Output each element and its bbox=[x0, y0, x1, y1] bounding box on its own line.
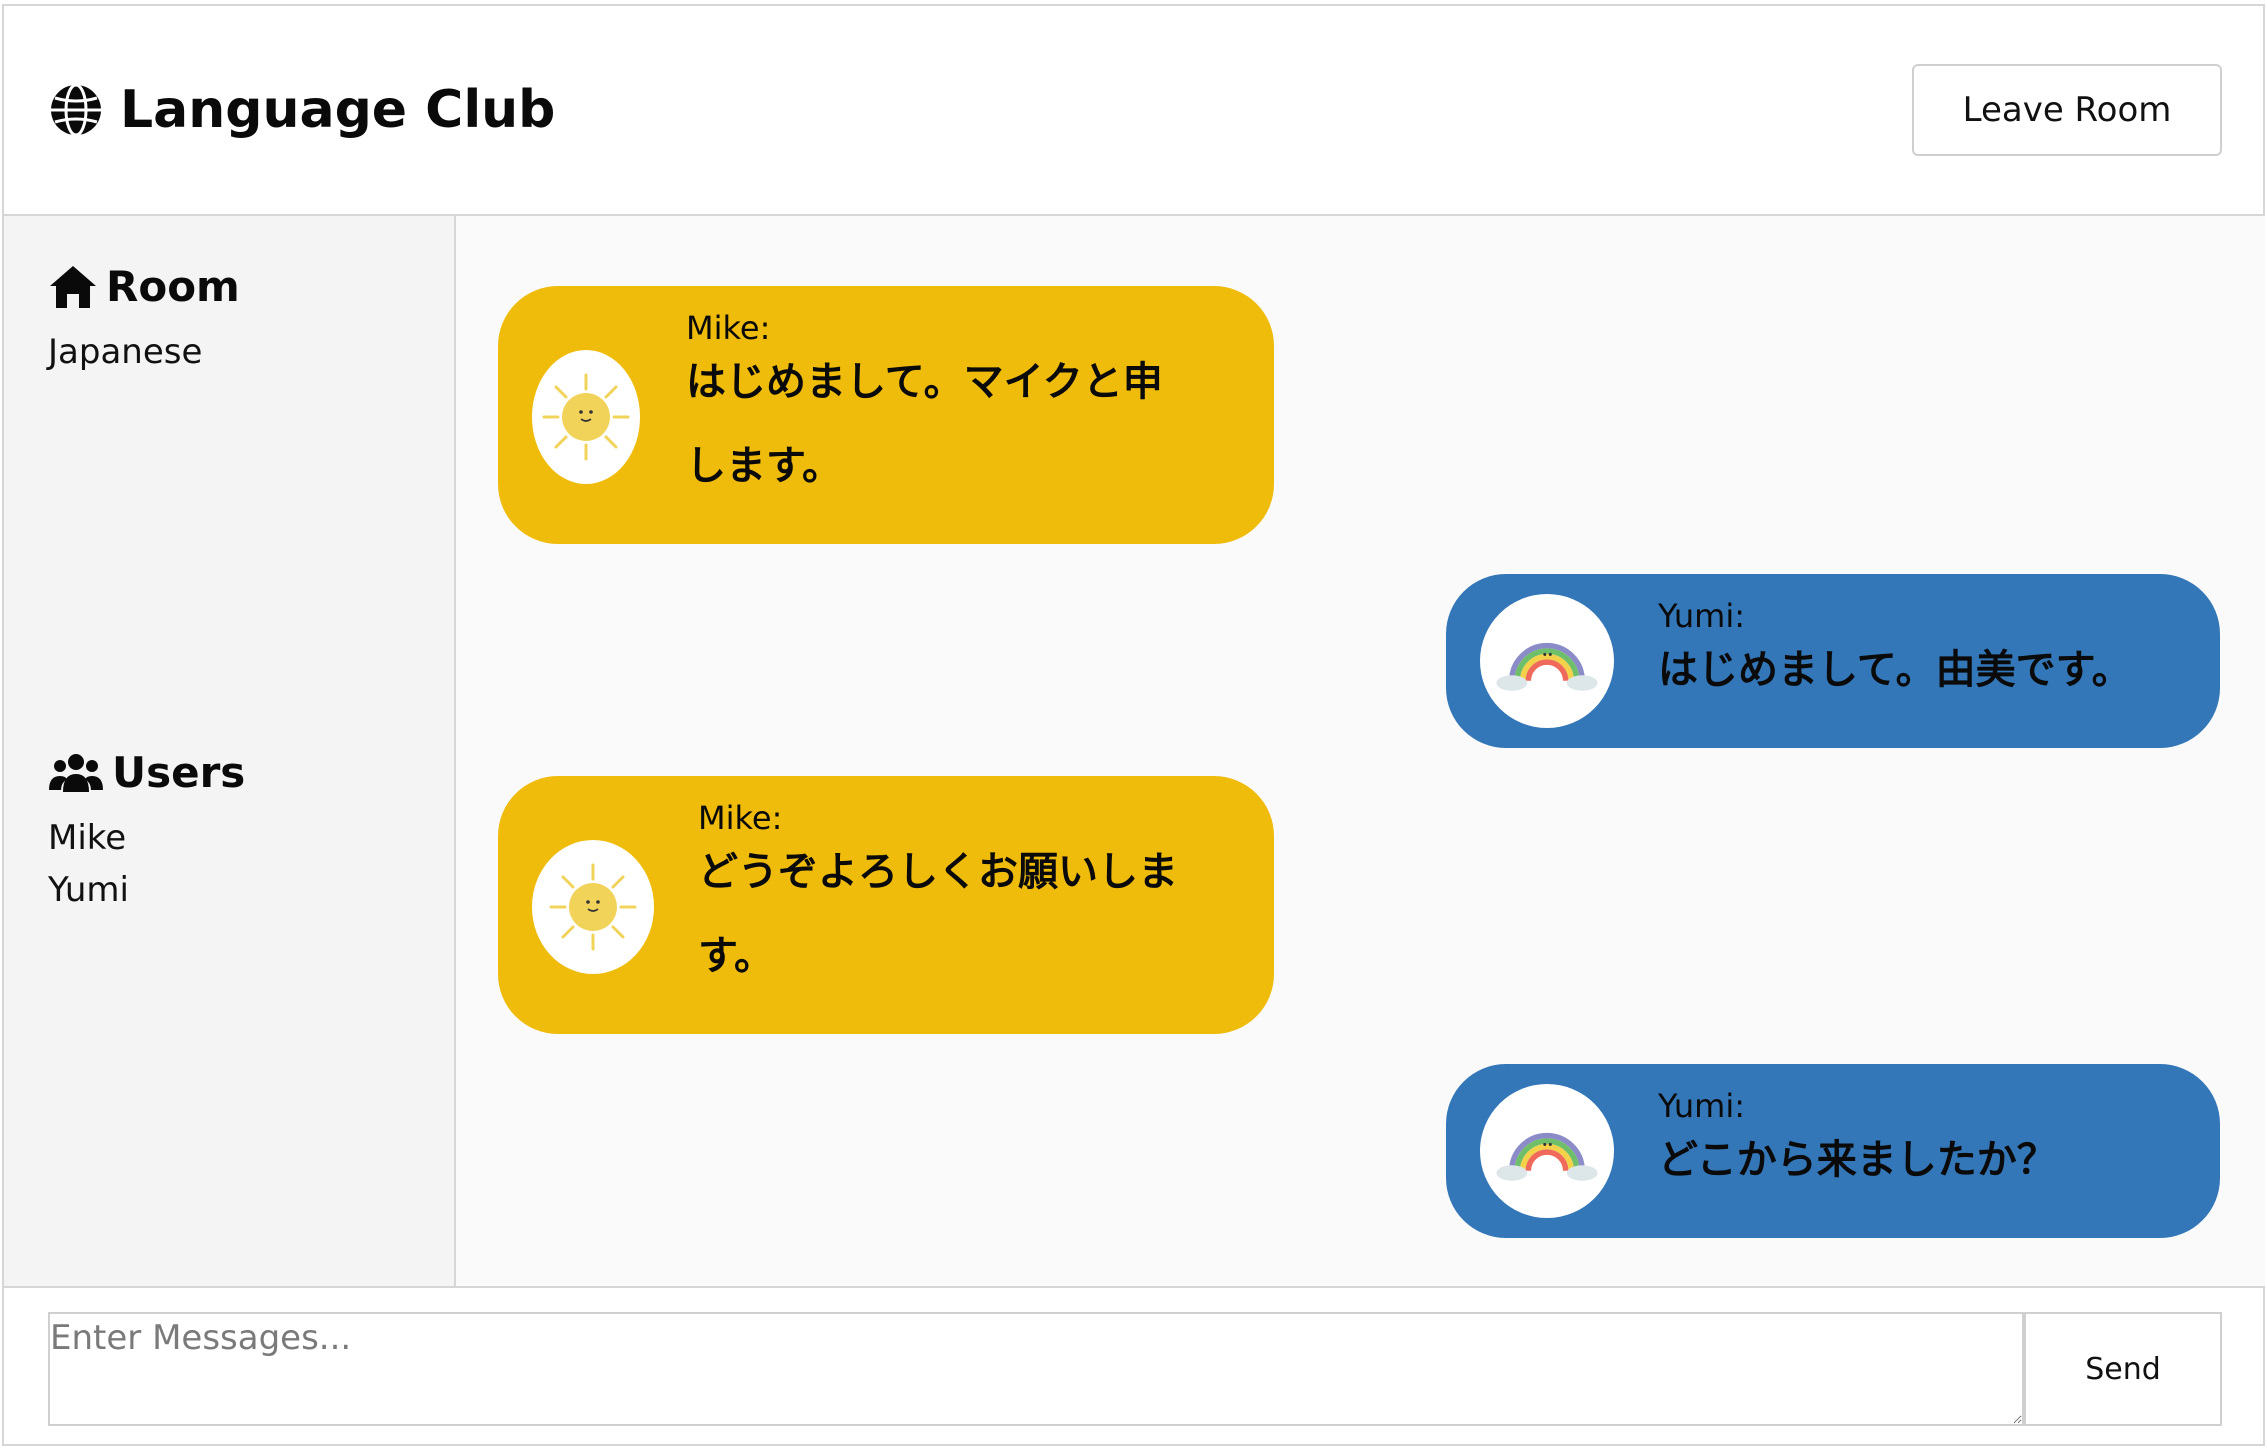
room-heading-label: Room bbox=[106, 262, 240, 311]
users-heading-label: Users bbox=[112, 748, 246, 797]
message-line: どうぞよろしくお願いしま bbox=[698, 849, 1178, 895]
message-line: どこから来ましたか？ bbox=[1658, 1137, 2057, 1183]
app-window: Language Club Leave Room Room Japanese U… bbox=[2, 4, 2265, 1446]
message-text: はじめまして。由美です。 bbox=[1658, 628, 2132, 712]
app-title: Language Club bbox=[120, 80, 556, 140]
users-icon bbox=[49, 753, 103, 792]
brand: Language Club bbox=[48, 82, 555, 138]
message-bubble: Mike: どうぞよろしくお願いしま す。 bbox=[498, 776, 1274, 1034]
leave-room-button[interactable]: Leave Room bbox=[1912, 64, 2222, 156]
sun-avatar-icon bbox=[532, 840, 654, 974]
message-line: はじめまして。マイクと申 bbox=[686, 359, 1163, 405]
users-heading: Users bbox=[48, 748, 245, 797]
sidebar: Room Japanese Users Mike Yumi bbox=[4, 216, 456, 1286]
message-input[interactable] bbox=[48, 1312, 2024, 1426]
sun-avatar-icon bbox=[532, 350, 640, 484]
user-list-item: Yumi bbox=[48, 870, 129, 910]
message-text: どこから来ましたか？ bbox=[1658, 1118, 2057, 1202]
message-line: はじめまして。由美です。 bbox=[1658, 647, 2132, 693]
header: Language Club Leave Room bbox=[4, 6, 2263, 216]
chat-area: Mike: はじめまして。マイクと申 します。 Yumi: はじめまして。由美で… bbox=[456, 216, 2265, 1286]
composer: Send bbox=[4, 1286, 2263, 1444]
message-bubble: Yumi: はじめまして。由美です。 bbox=[1446, 574, 2220, 748]
rainbow-avatar-icon bbox=[1480, 594, 1614, 728]
send-button[interactable]: Send bbox=[2024, 1312, 2222, 1426]
message-bubble: Yumi: どこから来ましたか？ bbox=[1446, 1064, 2220, 1238]
room-heading: Room bbox=[48, 262, 240, 311]
message-line: します。 bbox=[686, 443, 842, 489]
rainbow-avatar-icon bbox=[1480, 1084, 1614, 1218]
message-line: す。 bbox=[698, 933, 774, 979]
globe-icon bbox=[51, 83, 101, 137]
room-name: Japanese bbox=[48, 332, 203, 372]
user-list-item: Mike bbox=[48, 818, 127, 858]
home-icon bbox=[50, 265, 96, 308]
message-text: どうぞよろしくお願いしま す。 bbox=[698, 830, 1178, 998]
message-text: はじめまして。マイクと申 します。 bbox=[686, 340, 1163, 508]
message-bubble: Mike: はじめまして。マイクと申 します。 bbox=[498, 286, 1274, 544]
